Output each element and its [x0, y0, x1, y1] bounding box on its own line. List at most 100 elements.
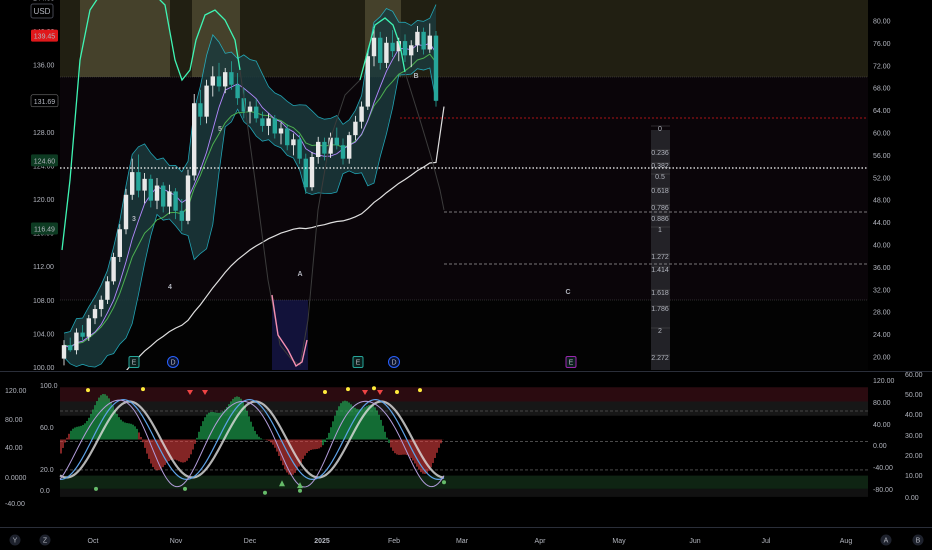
- candle-body: [365, 56, 370, 107]
- price-badge-label: 131.69: [34, 99, 56, 106]
- osc-histogram-bar: [178, 439, 180, 462]
- osc-right-tick: 60.00: [905, 372, 923, 379]
- candle-body: [99, 299, 104, 310]
- candle-body: [297, 139, 302, 159]
- candle-body: [173, 191, 178, 211]
- candle-body: [117, 229, 122, 257]
- right-axis-tick: 72.00: [873, 63, 891, 70]
- osc-histogram-bar: [394, 439, 396, 454]
- right-axis-tick: 52.00: [873, 175, 891, 182]
- currency-button[interactable]: USD: [30, 3, 54, 19]
- z-button[interactable]: Z: [39, 534, 51, 546]
- price-badge-label: 139.45: [34, 34, 56, 41]
- osc-signal-dot: [183, 486, 187, 491]
- right-axis-tick: 32.00: [873, 287, 891, 294]
- candle-body: [123, 194, 129, 230]
- candle-body: [161, 185, 166, 207]
- osc-histogram-bar: [204, 417, 206, 440]
- candle-body: [433, 35, 439, 101]
- candle-body: [272, 118, 277, 134]
- candle-body: [136, 172, 141, 191]
- fibonacci-levels: 0 0.236 0.382 0.5 0.618 0.786 0.886 1 1.272 1.414…: [651, 125, 670, 370]
- b-button[interactable]: B: [912, 534, 924, 546]
- x-tick-label: Dec: [244, 538, 257, 545]
- osc-histogram-bar: [258, 436, 260, 440]
- osc-histogram-bar: [430, 439, 432, 468]
- osc-signal-dot: [298, 488, 302, 493]
- osc-left-tick: 100.0: [40, 383, 58, 390]
- candle-body: [334, 137, 339, 146]
- osc-histogram-bar: [388, 439, 390, 443]
- osc-histogram-bar: [328, 432, 330, 440]
- candle-body: [340, 145, 346, 159]
- candle-body: [278, 128, 284, 134]
- osc-mid-tick: 40.00: [873, 422, 891, 429]
- right-axis-tick: 48.00: [873, 198, 891, 205]
- trading-chart[interactable]: 0 0.236 0.382 0.5 0.618 0.786 0.886 1 1.272 1.414…: [0, 0, 932, 550]
- osc-histogram-bar: [188, 439, 190, 459]
- osc-mid-tick: 120.00: [873, 378, 895, 385]
- right-axis-tick: 28.00: [873, 310, 891, 317]
- osc-histogram-bar: [182, 439, 184, 463]
- candle-body: [185, 175, 191, 221]
- osc-histogram-bar: [280, 439, 282, 461]
- event-marker-letter: E: [132, 360, 137, 367]
- fib-level-label: 2.272: [651, 355, 669, 362]
- osc-histogram-bar: [440, 439, 442, 444]
- osc-histogram-bar: [212, 411, 214, 440]
- a-button-label: A: [884, 538, 889, 545]
- osc-histogram-bar: [132, 424, 134, 440]
- osc-histogram-bar: [250, 421, 252, 440]
- osc-histogram-bar: [106, 395, 108, 440]
- osc-histogram-bar: [184, 439, 186, 463]
- candle-body: [198, 103, 203, 117]
- x-tick-label: Jun: [689, 538, 700, 545]
- candle-body: [247, 106, 253, 112]
- osc-histogram-bar: [302, 439, 304, 459]
- x-tick-label: Feb: [388, 538, 400, 545]
- osc-histogram-bar: [66, 437, 68, 440]
- osc-histogram-bar: [118, 417, 120, 440]
- osc-histogram-bar: [124, 422, 126, 440]
- osc-histogram-bar: [238, 396, 240, 440]
- osc-histogram-bar: [248, 416, 250, 440]
- price-tick-label: 136.00: [33, 63, 55, 70]
- y-button[interactable]: Y: [9, 534, 21, 546]
- osc-histogram-bar: [152, 439, 154, 468]
- right-axis-tick: 80.00: [873, 19, 891, 26]
- osc-histogram-bar: [338, 406, 340, 440]
- osc-right-tick: 30.00: [905, 433, 923, 440]
- wave-label: 3: [132, 216, 136, 223]
- candle-body: [210, 76, 215, 86]
- osc-histogram-bar: [172, 439, 174, 460]
- osc-signal-dot: [263, 490, 267, 495]
- osc-mid-tick: -80.00: [873, 487, 893, 494]
- osc-histogram-bar: [62, 439, 64, 448]
- osc-histogram-bar: [168, 439, 170, 462]
- candle-body: [285, 128, 290, 146]
- osc-histogram-bar: [416, 439, 418, 467]
- osc-histogram-bar: [74, 427, 76, 440]
- osc-histogram-bar: [64, 439, 66, 443]
- x-tick-label: Nov: [170, 538, 183, 545]
- osc-histogram-bar: [192, 439, 194, 450]
- price-tick-label: 100.00: [33, 365, 55, 372]
- price-tick-label: 104.00: [33, 331, 55, 338]
- candle-body: [61, 345, 67, 359]
- osc-histogram-bar: [438, 439, 440, 448]
- osc-histogram-bar: [398, 439, 400, 455]
- candle-body: [167, 191, 172, 207]
- osc-histogram-bar: [330, 427, 332, 440]
- osc-histogram-bar: [392, 439, 394, 451]
- osc-histogram-bar: [434, 439, 436, 458]
- candle-body: [378, 37, 383, 63]
- osc-right-tick: 50.00: [905, 392, 923, 399]
- y-button-label: Y: [13, 538, 18, 545]
- candle-body: [86, 318, 91, 337]
- currency-label: USD: [34, 7, 51, 16]
- osc-histogram-bar: [344, 400, 346, 440]
- a-button[interactable]: A: [880, 534, 892, 546]
- osc-histogram-bar: [304, 439, 306, 456]
- osc-histogram-bar: [308, 439, 310, 452]
- osc-signal-dot: [86, 388, 90, 393]
